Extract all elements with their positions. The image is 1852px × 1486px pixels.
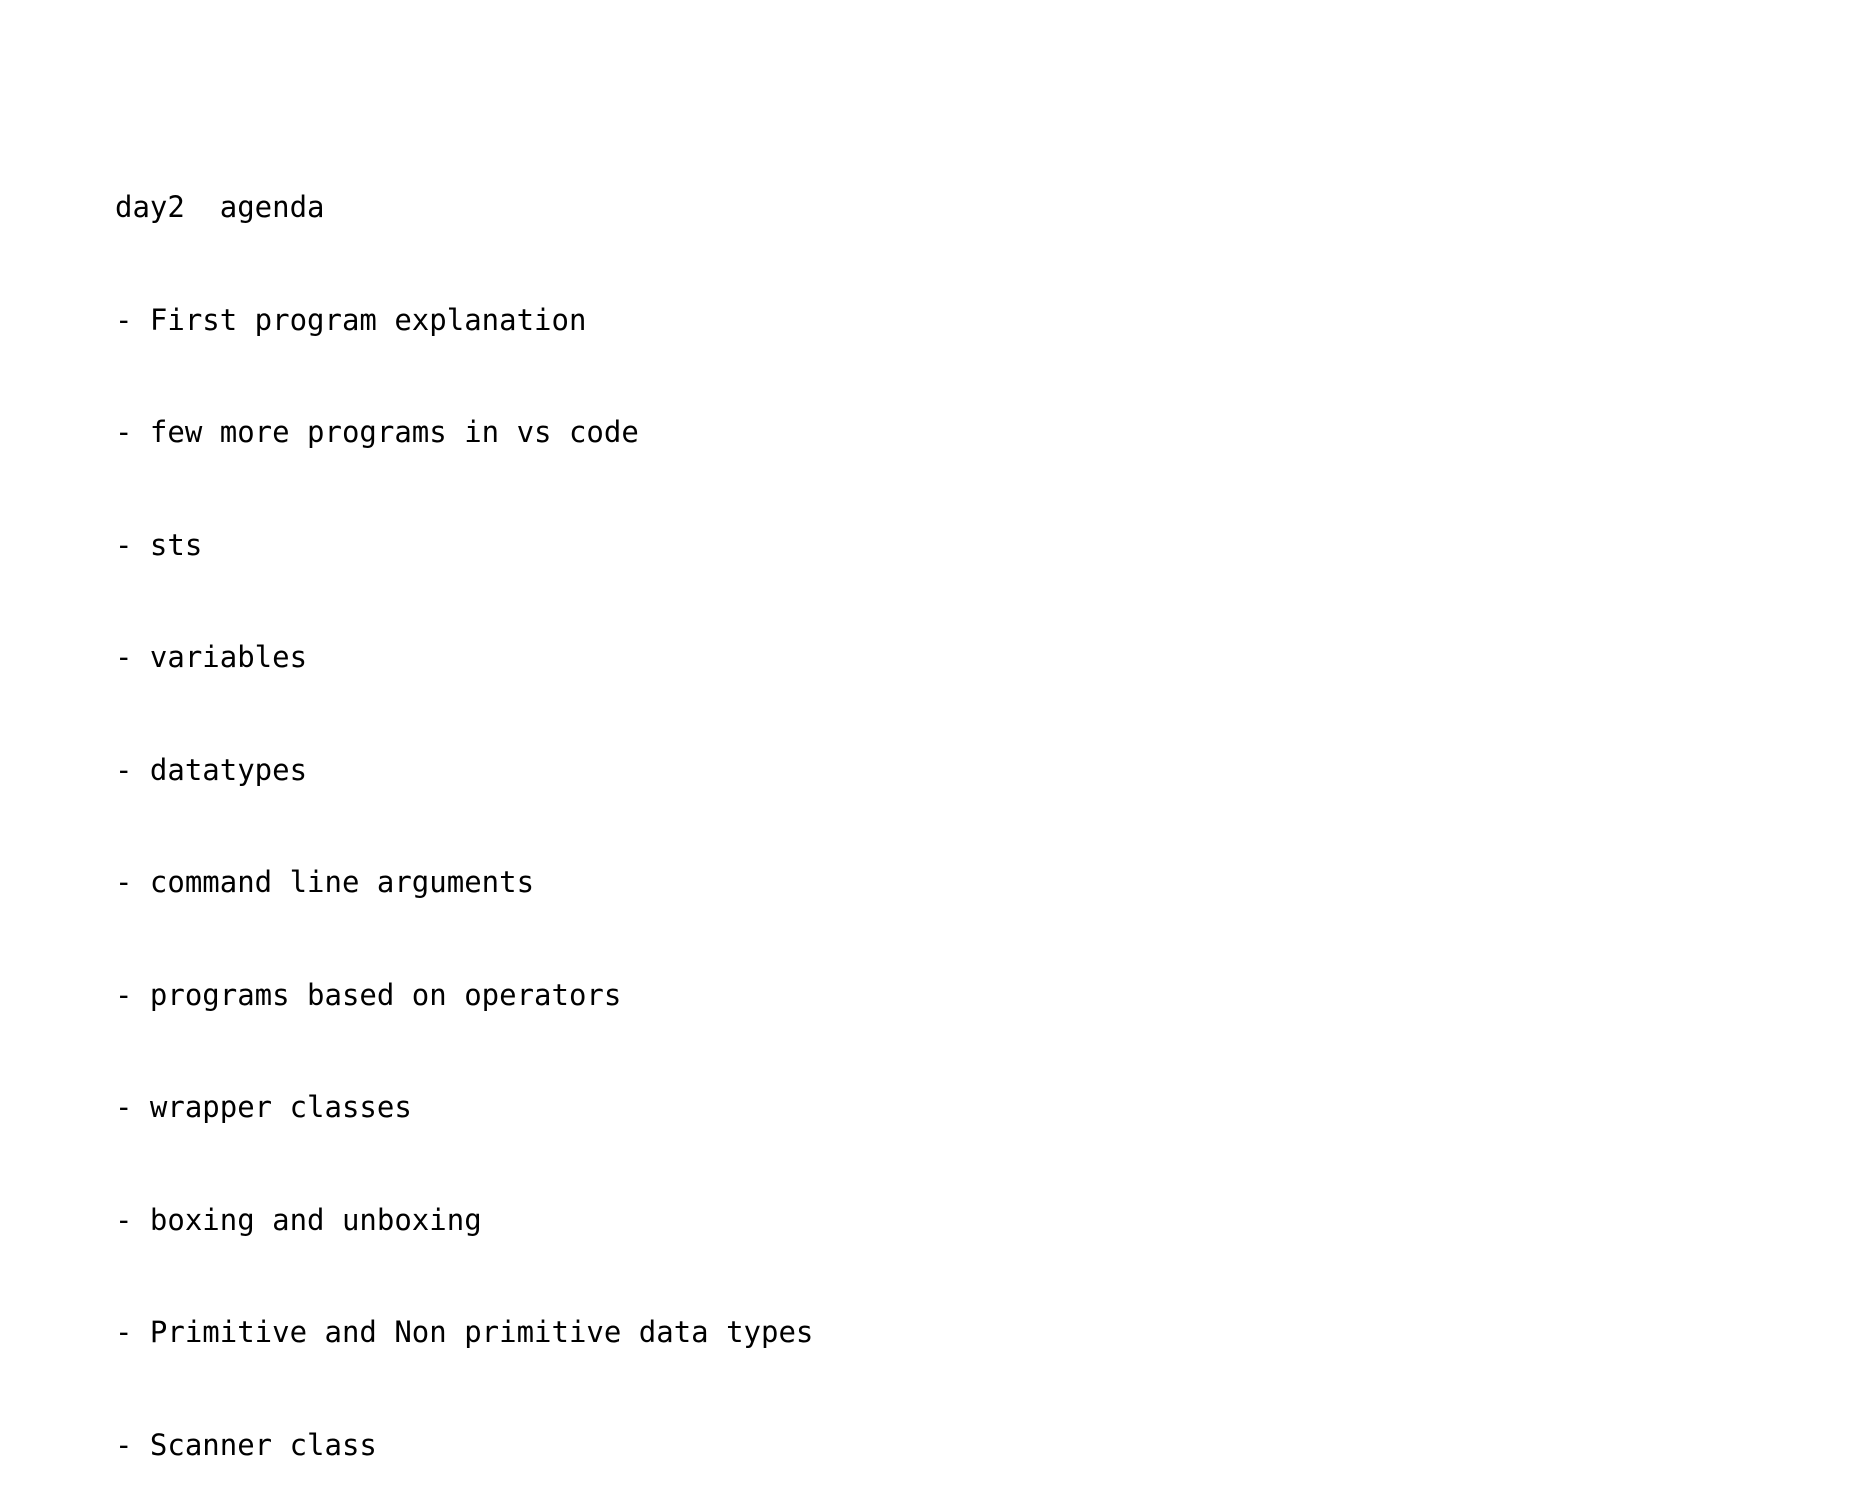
list-item: - Primitive and Non primitive data types — [115, 1315, 814, 1349]
list-item: - datatypes — [115, 752, 308, 787]
list-item: - Scanner class — [115, 1427, 377, 1462]
list-item: - boxing and unboxing — [115, 1202, 482, 1237]
list-item: - programs based on operators — [115, 977, 622, 1012]
list-item: - wrapper classes — [115, 1090, 412, 1124]
list-item: - few more programs in vs code — [115, 415, 639, 449]
list-item: - variables — [115, 640, 308, 674]
document-title: day2 agenda — [115, 190, 325, 224]
text-document[interactable]: day2 agenda - First program explanation … — [115, 114, 1715, 1486]
list-item: - sts — [115, 527, 203, 562]
list-item: - command line arguments — [115, 865, 535, 899]
list-item: - First program explanation — [115, 302, 587, 337]
